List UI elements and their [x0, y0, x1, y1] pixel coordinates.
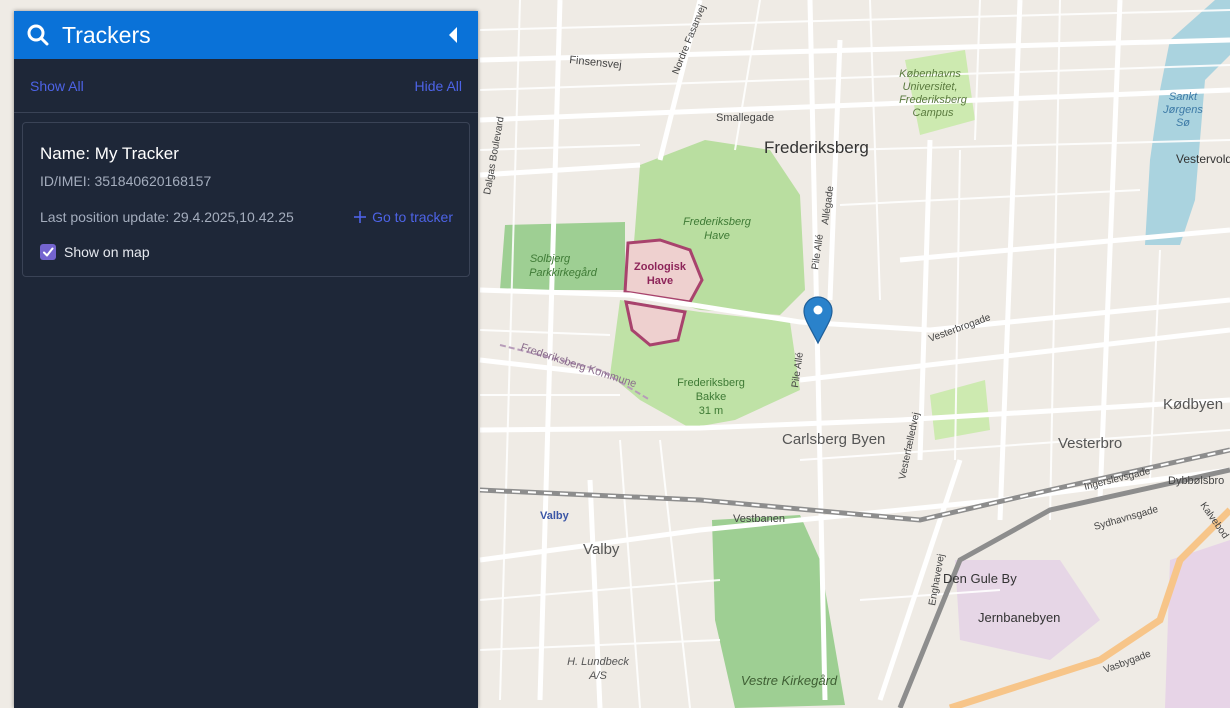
search-icon[interactable]: [27, 24, 49, 46]
show-hide-row: Show All Hide All: [14, 59, 478, 113]
label-sankt-jorgens-1: Sankt: [1169, 91, 1198, 103]
label-frb-bakke-2: Bakke: [696, 391, 727, 403]
show-on-map-toggle[interactable]: Show on map: [40, 244, 150, 260]
label-kbh-uni-3: Frederiksberg: [899, 94, 968, 106]
plus-icon: [354, 211, 367, 223]
label-vesterbro: Vesterbro: [1058, 435, 1122, 452]
go-to-tracker-link[interactable]: Go to tracker: [353, 209, 453, 225]
panel-title: Trackers: [62, 21, 151, 48]
label-h-lundbeck-1: H. Lundbeck: [567, 656, 629, 668]
label-carlsberg-byen: Carlsberg Byen: [782, 431, 885, 448]
label-sankt-jorgens-2: Jørgens: [1162, 104, 1203, 116]
show-on-map-checkbox[interactable]: [40, 244, 56, 260]
label-zoo-2: Have: [647, 275, 673, 287]
label-smallegade: Smallegade: [716, 112, 774, 124]
trackers-panel: Trackers Show All Hide All Name: My Trac…: [14, 11, 478, 708]
label-kbh-uni-1: Københavns: [899, 68, 961, 80]
label-kodbyen: Kødbyen: [1163, 396, 1223, 413]
tracker-card: Name: My Tracker ID/IMEI: 35184062016815…: [22, 122, 470, 277]
caret-left-icon: [449, 27, 457, 43]
go-to-tracker-label: Go to tracker: [372, 209, 453, 225]
label-zoo-1: Zoologisk: [634, 261, 687, 273]
show-all-link[interactable]: Show All: [30, 78, 84, 94]
label-den-gule-by: Den Gule By: [943, 571, 1017, 586]
label-frb-bakke-1: Frederiksberg: [677, 377, 745, 389]
checkmark-icon: [43, 247, 54, 257]
label-valby-station: Valby: [540, 510, 570, 522]
label-kbh-uni-2: Universitet,: [902, 81, 957, 93]
label-vestbanen: Vestbanen: [733, 513, 785, 525]
label-frederiksberg: Frederiksberg: [764, 138, 869, 157]
collapse-panel-button[interactable]: [440, 11, 466, 59]
label-dybbolsbro: Dybbølsbro: [1168, 475, 1224, 487]
label-kbh-uni-4: Campus: [913, 107, 954, 119]
last-position-update: Last position update: 29.4.2025,10.42.25: [40, 209, 294, 225]
label-h-lundbeck-2: A/S: [588, 670, 607, 682]
label-sankt-jorgens-3: Sø: [1176, 117, 1190, 129]
show-on-map-label: Show on map: [64, 244, 150, 260]
label-valby: Valby: [583, 541, 620, 558]
label-jernbanebyen: Jernbanebyen: [978, 610, 1060, 625]
label-vestervold: Vestervold: [1176, 152, 1230, 166]
label-frb-bakke-3: 31 m: [699, 405, 723, 417]
panel-header: Trackers: [14, 11, 478, 59]
label-solbjerg-2: Parkkirkegård: [529, 267, 598, 279]
tracker-name: Name: My Tracker: [40, 144, 179, 163]
label-frb-have-1: Frederiksberg: [683, 216, 752, 228]
tracker-id-imei: ID/IMEI: 351840620168157: [40, 173, 212, 189]
label-solbjerg-1: Solbjerg: [530, 253, 571, 265]
label-frb-have-2: Have: [704, 230, 730, 242]
label-vestre-kirkegard: Vestre Kirkegård: [741, 673, 838, 688]
hide-all-link[interactable]: Hide All: [415, 78, 462, 94]
